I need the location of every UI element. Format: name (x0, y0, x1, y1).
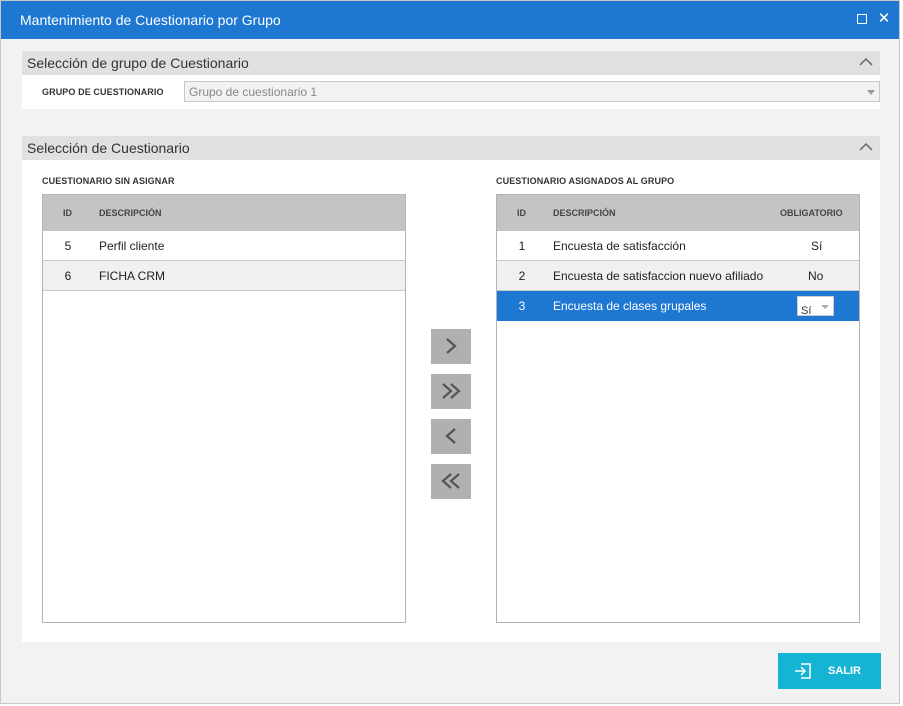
cell-mandatory: Sí (811, 239, 823, 253)
grid-header: ID DESCRIPCIÓN (43, 195, 405, 231)
cell-id: 6 (64, 269, 72, 283)
move-right-icon (446, 338, 457, 354)
unassigned-label: CUESTIONARIO SIN ASIGNAR (42, 176, 175, 186)
exit-icon (795, 663, 811, 679)
cell-description: FICHA CRM (99, 269, 165, 283)
assigned-label: CUESTIONARIO ASIGNADOS AL GRUPO (496, 176, 675, 186)
column-header-id[interactable]: ID (517, 208, 526, 218)
mandatory-select[interactable]: Sí (797, 296, 834, 317)
dialog-window: Mantenimiento de Cuestionario por Grupo … (0, 0, 900, 704)
group-select[interactable]: Grupo de cuestionario 1 (184, 81, 880, 102)
column-header-id[interactable]: ID (63, 208, 72, 218)
table-row[interactable]: 2 Encuesta de satisfaccion nuevo afiliad… (497, 261, 859, 291)
table-row[interactable]: 6 FICHA CRM (43, 261, 405, 291)
grid-header: ID DESCRIPCIÓN OBLIGATORIO (497, 195, 859, 231)
chevron-down-icon (821, 305, 829, 309)
title-bar: Mantenimiento de Cuestionario por Grupo … (1, 1, 899, 39)
cell-id: 5 (64, 239, 72, 253)
maximize-icon[interactable] (853, 9, 871, 29)
move-all-right-button[interactable] (431, 374, 471, 409)
group-selection-panel: Selección de grupo de Cuestionario GRUPO… (22, 51, 880, 109)
exit-button-label: SALIR (828, 665, 861, 677)
chevron-up-icon[interactable] (858, 138, 874, 156)
table-row[interactable]: 1 Encuesta de satisfacción Sí (497, 231, 859, 261)
cell-description: Encuesta de clases grupales (553, 299, 707, 313)
column-header-description[interactable]: DESCRIPCIÓN (553, 208, 616, 218)
mandatory-select-value: Sí (801, 305, 812, 317)
cell-id: 3 (518, 299, 526, 313)
move-right-button[interactable] (431, 329, 471, 364)
questionnaire-panel-title: Selección de Cuestionario (27, 140, 190, 156)
cell-id: 1 (518, 239, 526, 253)
move-left-icon (445, 428, 456, 444)
table-row[interactable]: 5 Perfil cliente (43, 231, 405, 261)
cell-id: 2 (518, 269, 526, 283)
questionnaire-selection-panel: Selección de Cuestionario CUESTIONARIO S… (22, 136, 880, 642)
move-all-right-icon (442, 383, 461, 399)
move-left-button[interactable] (431, 419, 471, 454)
exit-button[interactable]: SALIR (778, 653, 881, 689)
cell-description: Perfil cliente (99, 239, 165, 253)
column-header-description[interactable]: DESCRIPCIÓN (99, 208, 162, 218)
table-row-selected[interactable]: 3 Encuesta de clases grupales Sí (497, 291, 859, 321)
group-panel-header[interactable]: Selección de grupo de Cuestionario (22, 51, 880, 75)
cell-mandatory: No (808, 269, 824, 283)
group-panel-title: Selección de grupo de Cuestionario (27, 55, 249, 71)
window-title: Mantenimiento de Cuestionario por Grupo (20, 12, 281, 28)
questionnaire-panel-header[interactable]: Selección de Cuestionario (22, 136, 880, 160)
group-select-value: Grupo de cuestionario 1 (189, 85, 318, 99)
assigned-grid: ID DESCRIPCIÓN OBLIGATORIO 1 Encuesta de… (496, 194, 860, 623)
column-header-mandatory[interactable]: OBLIGATORIO (780, 208, 843, 218)
unassigned-grid: ID DESCRIPCIÓN 5 Perfil cliente 6 FICHA … (42, 194, 406, 623)
move-all-left-button[interactable] (431, 464, 471, 499)
chevron-down-icon (867, 90, 875, 95)
group-field-label: GRUPO DE CUESTIONARIO (42, 87, 164, 97)
cell-description: Encuesta de satisfaccion nuevo afiliado (553, 269, 764, 283)
move-all-left-icon (441, 473, 460, 489)
chevron-up-icon[interactable] (858, 53, 874, 71)
cell-description: Encuesta de satisfacción (553, 239, 686, 253)
close-icon[interactable]: ✕ (875, 9, 893, 29)
